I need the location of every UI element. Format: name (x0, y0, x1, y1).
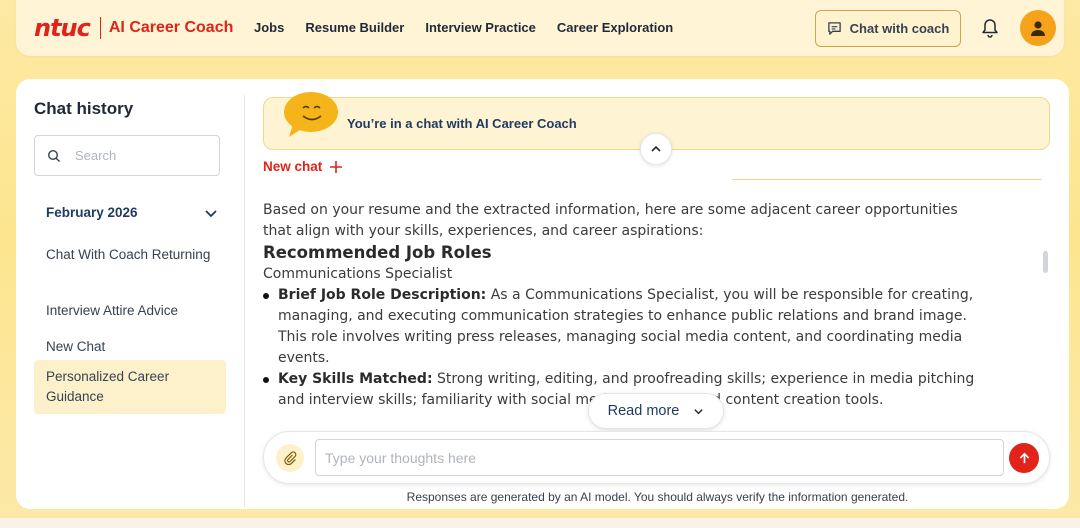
message-intro: Based on your resume and the extracted i… (263, 202, 958, 239)
page-bottom (0, 518, 1080, 528)
message-input[interactable] (315, 439, 1004, 476)
divider (732, 179, 1042, 180)
month-group-header[interactable]: February 2026 (46, 205, 218, 220)
arrow-up-icon (1019, 452, 1029, 463)
coach-message: Based on your resume and the extracted i… (263, 200, 983, 411)
new-chat-label: New chat (263, 159, 323, 174)
month-label: February 2026 (46, 205, 138, 220)
history-item-personalized-career-guidance[interactable]: Personalized Career Guidance (34, 360, 226, 414)
app-title: AI Career Coach (108, 19, 234, 36)
search-input[interactable] (75, 148, 195, 163)
send-button[interactable] (1009, 443, 1039, 473)
bell-icon[interactable] (980, 17, 1000, 39)
user-icon (1031, 21, 1045, 36)
nav-resume-builder[interactable]: Resume Builder (305, 20, 404, 35)
main-nav: Jobs Resume Builder Interview Practice C… (254, 20, 694, 35)
paperclip-icon (284, 451, 297, 465)
nav-jobs[interactable]: Jobs (254, 20, 284, 35)
logo[interactable]: ntuc AI Career Coach (34, 14, 233, 42)
search-box (34, 135, 220, 176)
collapse-banner-button[interactable] (640, 133, 672, 165)
read-more-label: Read more (607, 403, 680, 419)
attach-button[interactable] (276, 444, 304, 472)
history-item-chat-with-coach-returning[interactable]: Chat With Coach Returning (34, 239, 226, 271)
main-card: Chat history February 2026 Chat With Coa… (16, 79, 1069, 509)
history-item-new-chat[interactable]: New Chat (34, 331, 226, 363)
new-chat-button[interactable]: New chat (263, 159, 343, 174)
logo-divider (99, 17, 101, 39)
chevron-up-icon (651, 145, 661, 152)
ntuc-logo-mark: ntuc (34, 14, 91, 42)
chat-history-sidebar: Chat history February 2026 Chat With Coa… (16, 95, 245, 507)
chevron-down-icon (205, 209, 217, 217)
chat-history-title: Chat history (34, 99, 134, 118)
chat-icon (827, 22, 841, 35)
profile-avatar[interactable] (1020, 10, 1056, 46)
section-heading: Recommended Job Roles (263, 243, 492, 262)
read-more-button[interactable]: Read more (588, 393, 724, 429)
top-navigation-bar: ntuc AI Career Coach Jobs Resume Builder… (16, 0, 1064, 56)
message-composer (263, 431, 1050, 484)
search-icon (47, 149, 60, 162)
ai-disclaimer: Responses are generated by an AI model. … (406, 490, 909, 504)
banner-text: You’re in a chat with AI Career Coach (347, 116, 577, 131)
nav-interview-practice[interactable]: Interview Practice (425, 20, 536, 35)
nav-career-exploration[interactable]: Career Exploration (557, 20, 673, 35)
scrollbar-thumb[interactable] (1043, 251, 1048, 273)
coach-bubble-icon (284, 92, 338, 137)
role-title: Communications Specialist (263, 266, 453, 282)
chat-with-coach-button[interactable]: Chat with coach (815, 10, 961, 47)
chat-with-coach-label: Chat with coach (849, 21, 950, 36)
chevron-down-icon (694, 408, 704, 414)
plus-icon (330, 160, 343, 173)
history-item-interview-attire-advice[interactable]: Interview Attire Advice (34, 295, 226, 327)
bullet-label: Key Skills Matched: (278, 371, 433, 387)
bullet-label: Brief Job Role Description: (278, 287, 487, 303)
list-item: Brief Job Role Description: As a Communi… (263, 285, 983, 369)
